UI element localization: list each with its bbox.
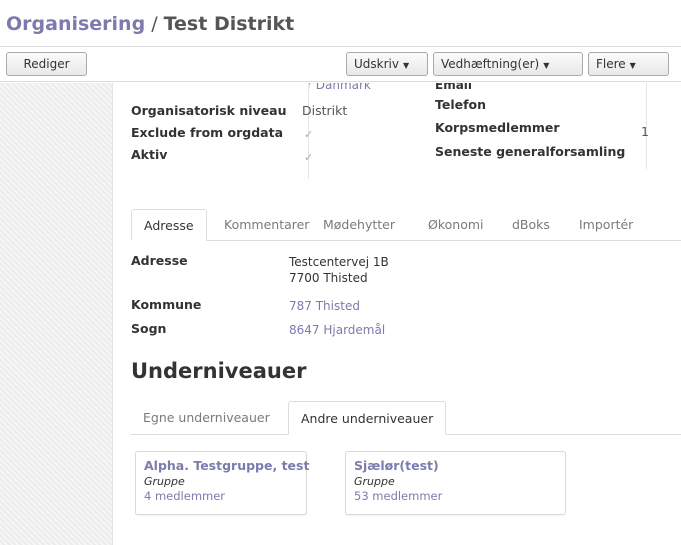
edit-button-label: Rediger xyxy=(23,57,70,71)
tab-other-sublevels[interactable]: Andre underniveauer xyxy=(288,401,447,435)
breadcrumb-separator: / xyxy=(151,13,158,35)
sublevel-tabs: Egne underniveauer Andre underniveauer xyxy=(131,401,681,435)
sublevel-card-title[interactable]: Alpha. Testgruppe, test xyxy=(144,458,309,473)
last-general-assembly-label: Seneste generalforsamling xyxy=(435,144,626,159)
tab-okonomi[interactable]: Økonomi xyxy=(416,209,496,241)
caret-down-icon: ▼ xyxy=(402,61,410,70)
detail-tabs: Adresse Kommentarer Mødehytter Økonomi d… xyxy=(131,209,681,241)
phone-label: Telefon xyxy=(435,97,487,112)
breadcrumb: Organisering / Test Distrikt xyxy=(6,2,294,46)
address-line-1: Testcentervej 1B xyxy=(289,255,389,269)
print-dropdown-button[interactable]: Udskriv ▼ xyxy=(346,52,428,76)
sublevel-card[interactable]: Sjælør(test) Gruppe 53 medlemmer xyxy=(345,451,566,515)
background-side-strip xyxy=(0,83,112,545)
municipality-label: Kommune xyxy=(131,297,202,312)
sublevel-card[interactable]: Alpha. Testgruppe, test Gruppe 4 medlemm… xyxy=(135,451,309,515)
org-level-label: Organisatorisk niveau xyxy=(131,103,287,118)
caret-down-icon: ▼ xyxy=(629,61,636,70)
sublevel-card-type: Gruppe xyxy=(144,475,185,488)
active-label: Aktiv xyxy=(131,147,168,162)
sublevel-card-type: Gruppe xyxy=(354,475,395,488)
more-dropdown-button[interactable]: Flere ▼ xyxy=(588,52,669,76)
country-link[interactable]: r Danmark xyxy=(307,83,371,92)
parish-label: Sogn xyxy=(131,321,167,336)
sublevel-card-title[interactable]: Sjælør(test) xyxy=(354,458,557,473)
caret-down-icon: ▼ xyxy=(543,61,550,70)
tab-importer[interactable]: Importér xyxy=(567,209,645,241)
corps-members-label: Korpsmedlemmer xyxy=(435,120,560,135)
tab-adresse[interactable]: Adresse xyxy=(131,209,207,241)
print-button-label: Udskriv xyxy=(354,57,399,71)
sublevels-heading: Underniveauer xyxy=(131,359,307,383)
tab-modehytter[interactable]: Mødehytter xyxy=(311,209,407,241)
exclude-orgdata-label: Exclude from orgdata xyxy=(131,125,284,140)
org-level-value: Distrikt xyxy=(302,103,348,118)
button-bar: Rediger Udskriv ▼ Vedhæftning(er) ▼ Flere ▼ xyxy=(0,46,681,82)
form-sheet[interactable]: r Danmark Email Organisatorisk niveau Di… xyxy=(112,83,681,545)
email-label: Email xyxy=(435,83,473,92)
more-button-label: Flere xyxy=(596,57,626,71)
checkmark-icon: ✓ xyxy=(304,151,314,164)
parish-link[interactable]: 8647 Hjardemål xyxy=(289,323,385,337)
sublevel-card-members[interactable]: 53 medlemmer xyxy=(354,489,557,503)
corps-members-value: 1 xyxy=(641,124,649,139)
address-line-2: 7700 Thisted xyxy=(289,271,368,285)
municipality-link[interactable]: 787 Thisted xyxy=(289,299,360,313)
address-label: Adresse xyxy=(131,253,188,268)
attachments-dropdown-button[interactable]: Vedhæftning(er) ▼ xyxy=(433,52,583,76)
tab-own-sublevels[interactable]: Egne underniveauer xyxy=(131,401,282,435)
page-title: Test Distrikt xyxy=(163,13,295,35)
edit-button[interactable]: Rediger xyxy=(6,52,87,76)
tab-dboks[interactable]: dBoks xyxy=(500,209,562,241)
breadcrumb-parent-link[interactable]: Organisering xyxy=(6,13,145,35)
checkmark-icon: ✓ xyxy=(304,128,314,141)
attachments-button-label: Vedhæftning(er) xyxy=(441,57,540,71)
tab-kommentarer[interactable]: Kommentarer xyxy=(212,209,321,241)
sublevel-card-members[interactable]: 4 medlemmer xyxy=(144,489,298,503)
